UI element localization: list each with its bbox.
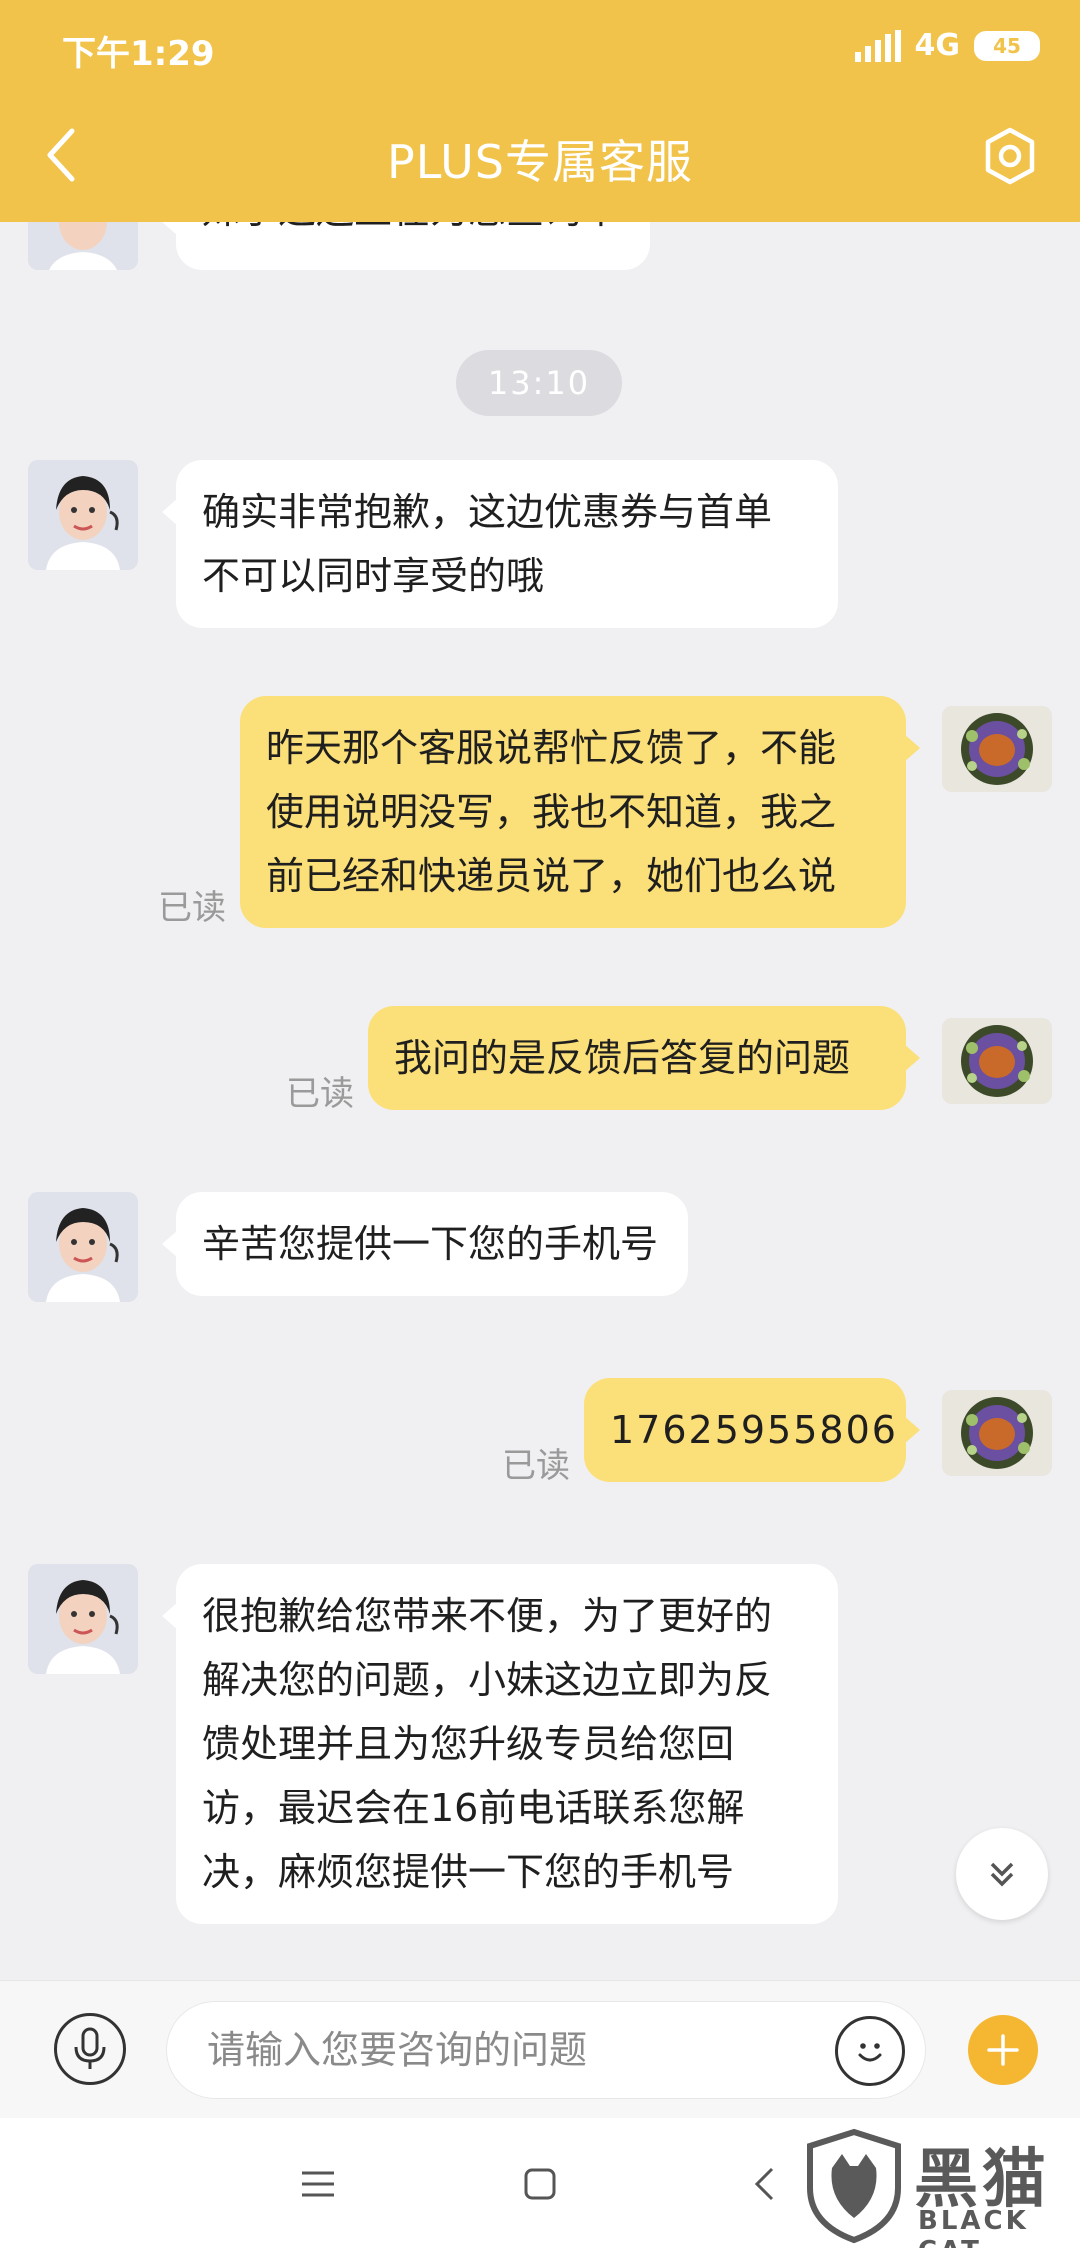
chat-message-user: 17625955806 bbox=[584, 1378, 920, 1482]
menu-icon bbox=[302, 2171, 334, 2197]
voice-button[interactable] bbox=[54, 2013, 126, 2085]
chat-message-user: 我问的是反馈后答复的问题 bbox=[368, 1006, 920, 1110]
chat-message-user: 昨天那个客服说帮忙反馈了，不能 使用说明没写，我也不知道，我之 前已经和快递员说… bbox=[240, 696, 920, 928]
user-avatar bbox=[942, 706, 1052, 792]
recent-apps-button[interactable] bbox=[288, 2154, 348, 2214]
status-icons: 4G 45 bbox=[854, 28, 1040, 63]
cat-shield-logo-icon bbox=[807, 2128, 901, 2244]
message-line: 使用说明没写，我也不知道，我之 bbox=[266, 790, 837, 834]
read-receipt: 已读 bbox=[158, 888, 226, 928]
message-line: 确实非常抱歉，这边优惠券与首单 bbox=[202, 490, 773, 534]
message-input[interactable] bbox=[207, 2002, 767, 2098]
read-receipt: 已读 bbox=[502, 1446, 570, 1486]
user-avatar bbox=[942, 1390, 1052, 1476]
message-line: 前已经和快递员说了，她们也么说 bbox=[266, 854, 837, 898]
battery-level: 45 bbox=[993, 33, 1021, 58]
emoji-button[interactable] bbox=[835, 2016, 905, 2086]
message-line: 辛苦您提供一下您的手机号 bbox=[202, 1222, 659, 1266]
agent-avatar bbox=[28, 1192, 138, 1302]
agent-avatar bbox=[28, 1564, 138, 1674]
chat-message-agent: 辛苦您提供一下您的手机号 bbox=[162, 1192, 688, 1296]
page-title: PLUS专属客服 bbox=[387, 135, 693, 189]
watermark-en-text: BLACK CAT bbox=[918, 2206, 1029, 2248]
black-cat-watermark: 黑猫 BLACK CAT bbox=[802, 2128, 1072, 2248]
double-chevron-down-icon bbox=[990, 1862, 1014, 1887]
user-avatar bbox=[942, 1018, 1052, 1104]
battery-icon: 45 bbox=[974, 30, 1040, 61]
message-line: 不可以同时享受的哦 bbox=[202, 554, 545, 598]
network-type: 4G bbox=[914, 28, 961, 63]
message-line: 17625955806 bbox=[610, 1408, 898, 1452]
more-options-button[interactable] bbox=[968, 2015, 1038, 2085]
chat-message-agent: 确实非常抱歉，这边优惠券与首单 不可以同时享受的哦 bbox=[162, 460, 838, 628]
message-line: 昨天那个客服说帮忙反馈了，不能 bbox=[266, 726, 837, 770]
agent-avatar bbox=[28, 460, 138, 570]
square-icon bbox=[524, 2168, 556, 2200]
plus-icon bbox=[987, 2034, 1019, 2066]
status-time: 下午1:29 bbox=[62, 34, 215, 74]
system-back-button[interactable] bbox=[734, 2154, 794, 2214]
timestamp-divider: 13:10 bbox=[456, 350, 622, 416]
scroll-to-bottom-button[interactable] bbox=[956, 1828, 1048, 1920]
chat-message-agent: 很抱歉给您带来不便，为了更好的 解决您的问题，小妹这边立即为反 馈处理并且为您升… bbox=[162, 1564, 838, 1924]
input-bar bbox=[0, 1980, 1080, 2118]
message-input-container bbox=[166, 2001, 926, 2099]
app-header: 下午1:29 4G 45 PLUS专属客服 bbox=[0, 0, 1080, 222]
signal-icon bbox=[854, 29, 901, 62]
message-line: 我问的是反馈后答复的问题 bbox=[394, 1036, 851, 1080]
gear-icon bbox=[985, 127, 1035, 185]
microphone-icon bbox=[74, 2027, 106, 2069]
smiley-icon bbox=[858, 2043, 882, 2062]
message-line: 解决您的问题，小妹这边立即为反 bbox=[202, 1658, 773, 1702]
read-receipt: 已读 bbox=[286, 1074, 354, 1114]
message-line: 馈处理并且为您升级专员给您回 bbox=[202, 1722, 735, 1766]
message-line: 访，最迟会在16前电话联系您解 bbox=[202, 1786, 745, 1830]
chat-area[interactable]: 妹子这边正在为您查询中 13:10 确实非常抱歉，这边优惠券与首单 不可以同时享… bbox=[0, 0, 1080, 1980]
message-line: 决，麻烦您提供一下您的手机号 bbox=[202, 1850, 735, 1894]
settings-button[interactable] bbox=[978, 124, 1042, 188]
chevron-left-icon bbox=[754, 2167, 774, 2201]
message-line: 很抱歉给您带来不便，为了更好的 bbox=[202, 1594, 773, 1638]
home-button[interactable] bbox=[510, 2154, 570, 2214]
